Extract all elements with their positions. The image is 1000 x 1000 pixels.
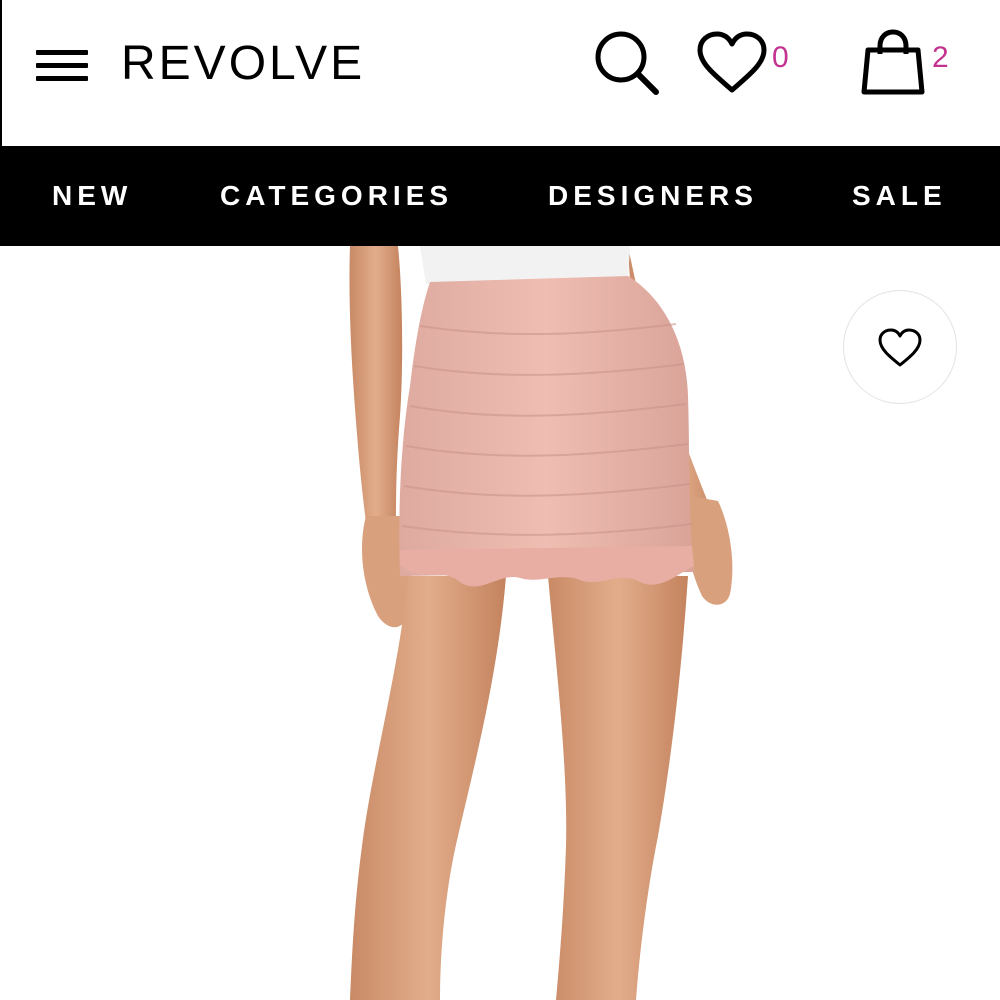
hamburger-line	[36, 50, 88, 55]
site-header: REVOLVE 0 2	[0, 0, 1000, 146]
hamburger-line	[36, 63, 88, 68]
shopping-bag-icon	[861, 29, 925, 95]
heart-outline-icon	[878, 328, 922, 367]
site-logo[interactable]: REVOLVE	[121, 36, 365, 92]
main-navigation: NEW CATEGORIES DESIGNERS SALE	[0, 146, 1000, 246]
page-edge-divider	[0, 0, 2, 148]
bag-count-badge: 2	[932, 41, 949, 74]
shopping-bag-button[interactable]	[858, 28, 928, 98]
product-page: REVOLVE 0 2 NEW CATEGORIES DESIGNERS SAL…	[0, 0, 1000, 1000]
add-to-wishlist-button[interactable]	[843, 290, 957, 404]
nav-item-designers[interactable]: DESIGNERS	[548, 146, 758, 246]
nav-item-sale[interactable]: SALE	[852, 146, 947, 246]
hamburger-menu-button[interactable]	[36, 48, 90, 82]
search-icon	[595, 31, 659, 95]
nav-item-categories[interactable]: CATEGORIES	[220, 146, 453, 246]
heart-icon	[697, 31, 767, 93]
wishlist-button[interactable]	[696, 30, 768, 96]
wishlist-count-badge: 0	[772, 41, 789, 74]
nav-item-new[interactable]: NEW	[52, 146, 132, 246]
hamburger-line	[36, 76, 88, 81]
search-button[interactable]	[592, 28, 662, 98]
product-image[interactable]	[0, 246, 1000, 1000]
